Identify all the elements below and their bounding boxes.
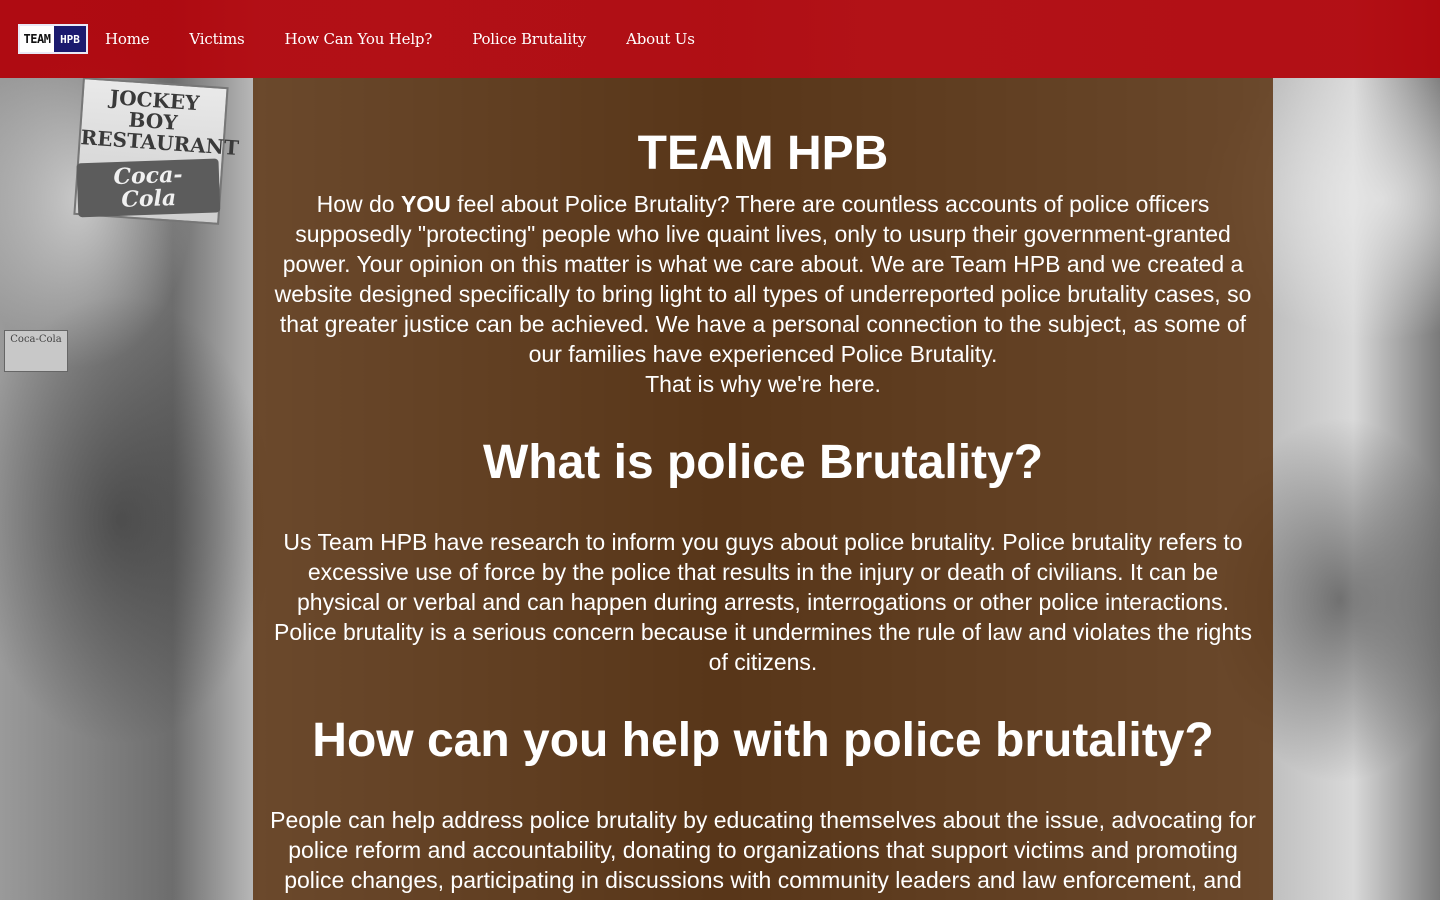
intro-after: feel about Police Brutality? There are c… — [274, 191, 1252, 367]
page-title: TEAM HPB — [637, 127, 889, 180]
small-sign: Coca-Cola — [4, 330, 68, 372]
small-sign-text: Coca-Cola — [10, 334, 62, 345]
site-logo[interactable]: TEAM HPB — [18, 24, 88, 54]
nav-how-can-you-help[interactable]: How Can You Help? — [285, 30, 433, 48]
sign-brand: Coca-Cola — [76, 158, 221, 218]
main-nav: Home Victims How Can You Help? Police Br… — [105, 30, 735, 48]
nav-victims[interactable]: Victims — [189, 30, 244, 48]
nav-about-us[interactable]: About Us — [626, 30, 695, 48]
content-panel: TEAM HPB How do YOU feel about Police Br… — [253, 78, 1273, 900]
logo-text-left: TEAM — [20, 26, 54, 52]
logo-text-right: HPB — [54, 26, 86, 52]
intro-closing: That is why we're here. — [645, 371, 881, 397]
how-to-help-heading: How can you help with police brutality? — [312, 714, 1214, 767]
how-to-help-paragraph: People can help address police brutality… — [270, 807, 1256, 900]
what-is-paragraph: Us Team HPB have research to inform you … — [273, 529, 1253, 675]
nav-home[interactable]: Home — [105, 30, 150, 48]
restaurant-sign: JOCKEY BOY RESTAURANT Coca-Cola — [73, 77, 240, 225]
intro-paragraph: How do YOU feel about Police Brutality? … — [265, 189, 1261, 399]
top-nav-bar: TEAM HPB Home Victims How Can You Help? … — [0, 0, 1440, 78]
nav-police-brutality[interactable]: Police Brutality — [472, 30, 586, 48]
intro-emphasis: YOU — [400, 191, 451, 217]
intro-before: How do — [316, 191, 401, 217]
what-is-heading: What is police Brutality? — [482, 436, 1044, 489]
